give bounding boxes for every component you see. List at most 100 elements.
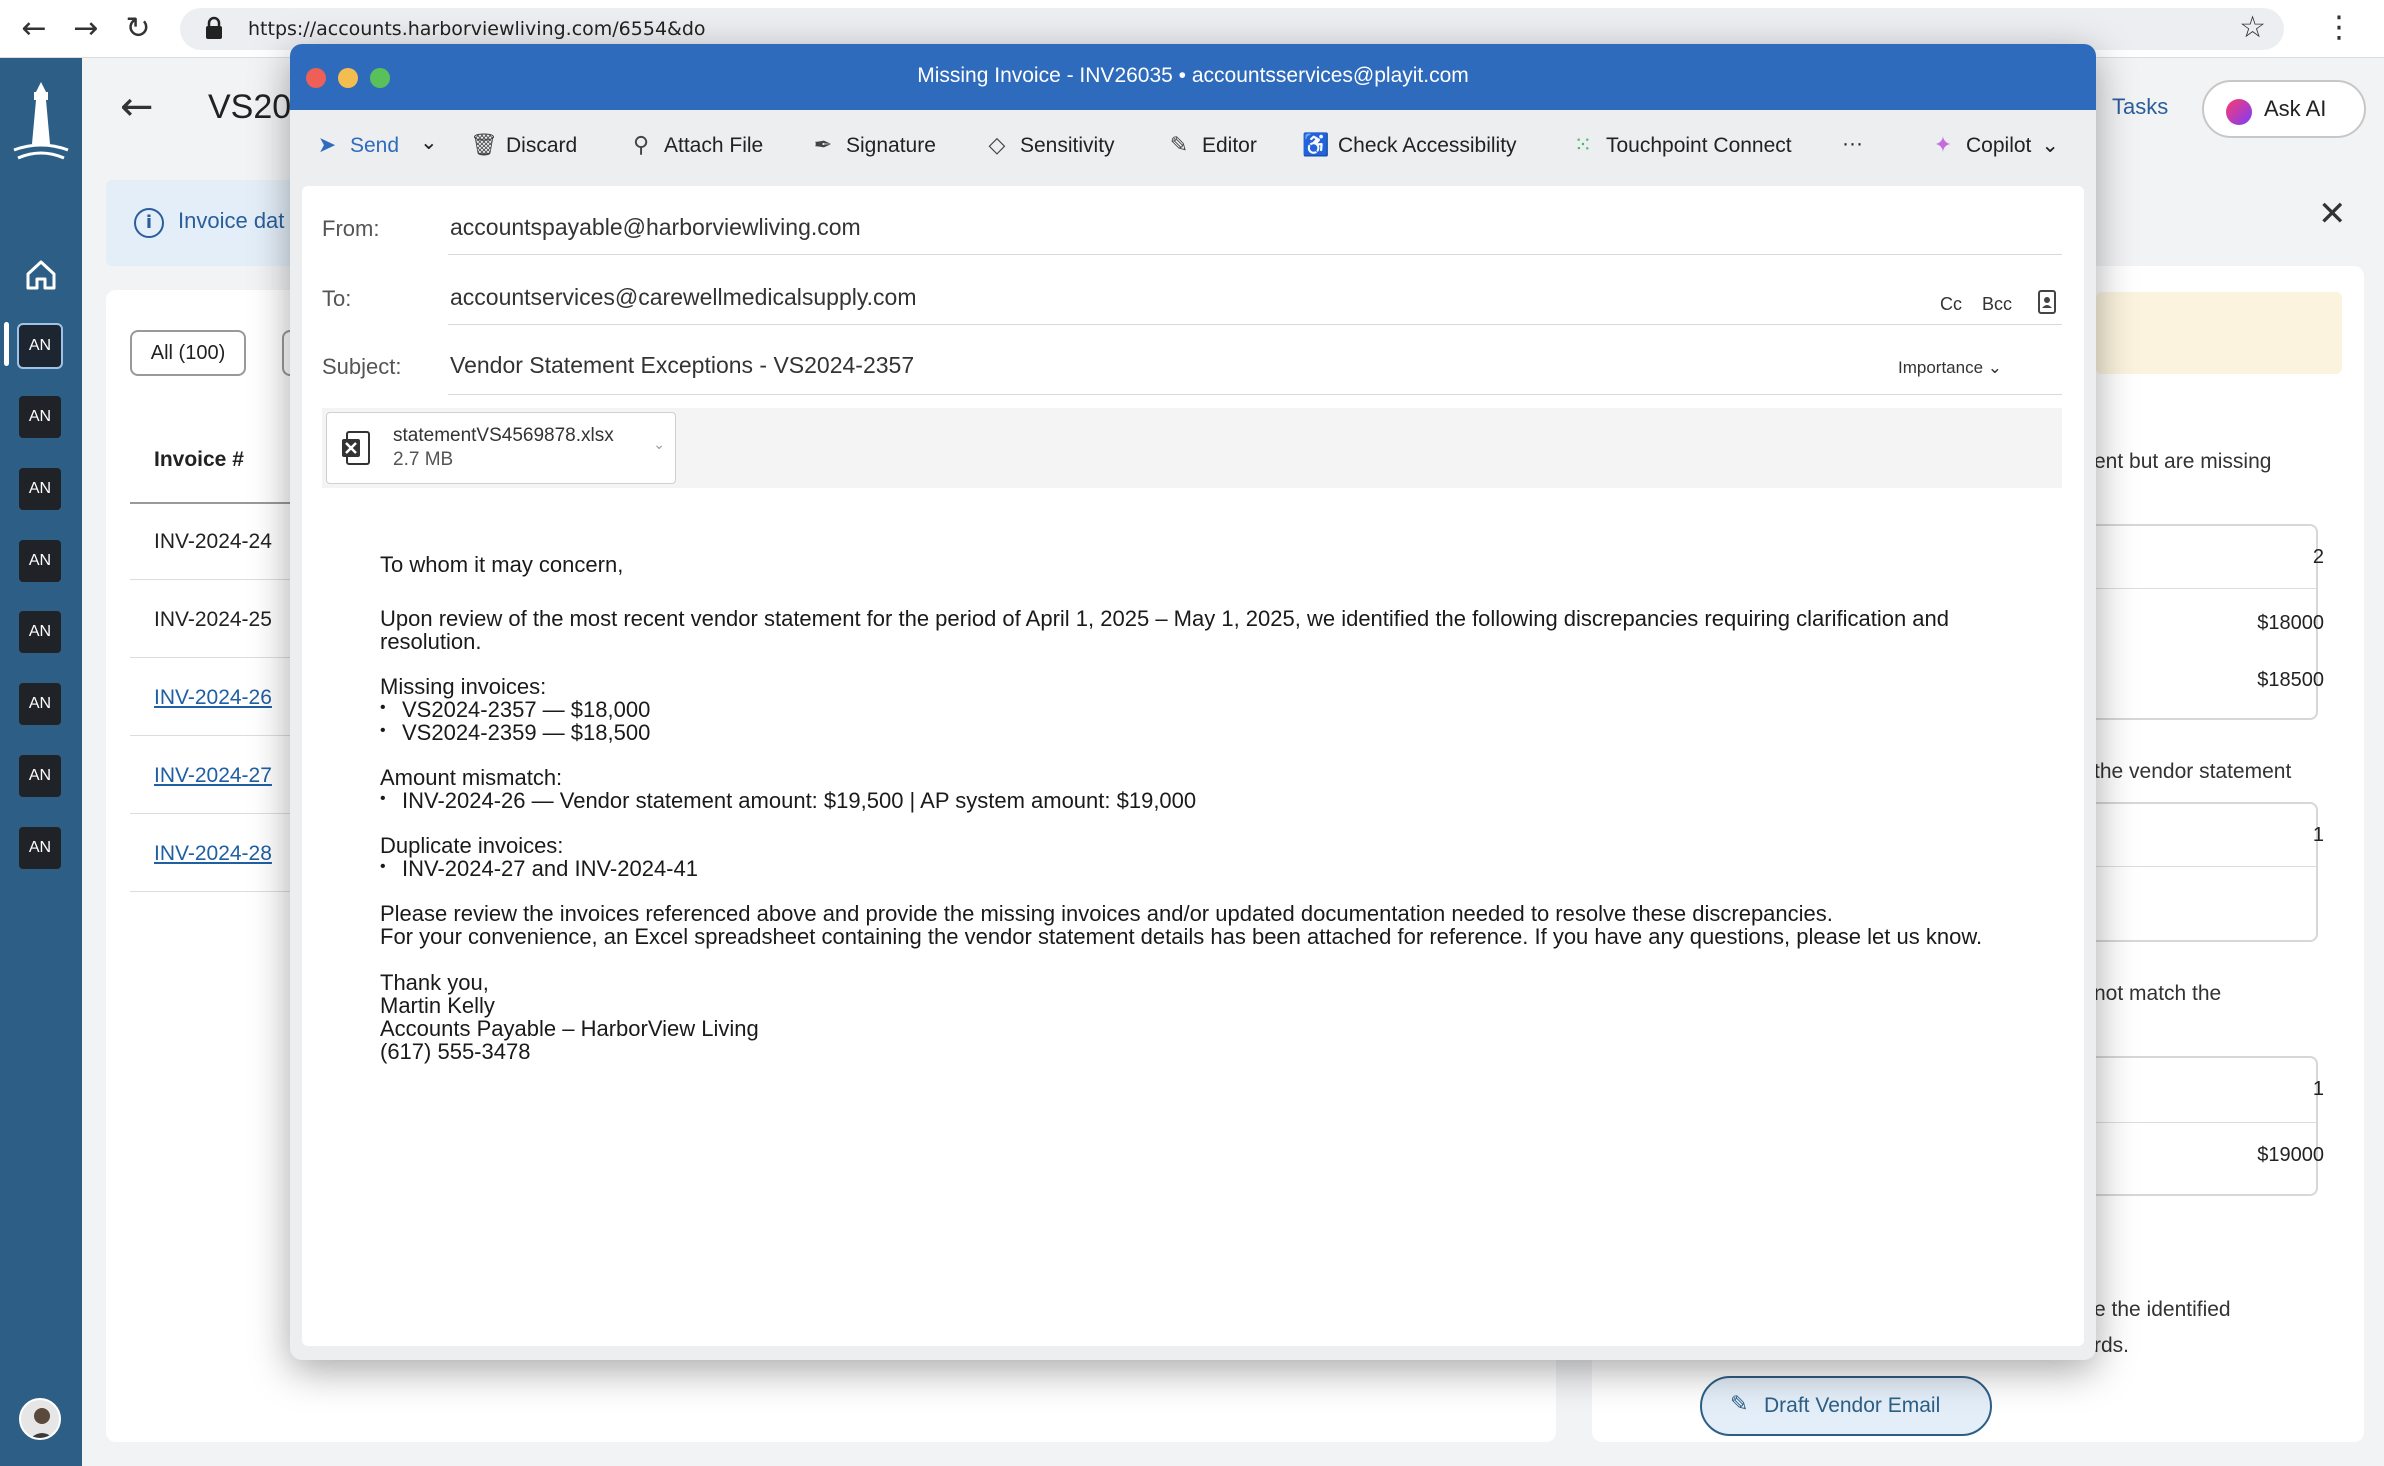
row-divider bbox=[130, 735, 290, 736]
forward-arrow-icon[interactable]: → bbox=[68, 12, 104, 46]
importance-chevron-icon: ⌄ bbox=[1987, 358, 2003, 377]
excel-file-icon bbox=[342, 431, 370, 465]
compose-title: Missing Invoice - INV26035 • accountsser… bbox=[917, 64, 1469, 87]
send-button[interactable]: ➤ Send bbox=[314, 132, 399, 164]
greeting[interactable]: To whom it may concern, bbox=[380, 552, 623, 578]
duplicate-count: 1 bbox=[2312, 1078, 2324, 1100]
draft-vendor-email-button[interactable]: ✎ Draft Vendor Email bbox=[1700, 1376, 1992, 1436]
browser-menu-icon[interactable]: ⋮ bbox=[2324, 10, 2354, 45]
invoice-row-link[interactable]: INV-2024-27 bbox=[154, 764, 272, 788]
bookmark-star-icon[interactable]: ☆ bbox=[2239, 10, 2266, 45]
subject-label: Subject: bbox=[322, 354, 402, 379]
discard-button[interactable]: 🗑 Discard bbox=[470, 132, 577, 164]
copilot-chevron-icon: ⌄ bbox=[2041, 134, 2059, 157]
check-accessibility-button[interactable]: ♿ Check Accessibility bbox=[1302, 132, 1517, 164]
page-back-arrow-icon[interactable]: ← bbox=[120, 84, 154, 130]
box-divider bbox=[2062, 588, 2316, 589]
field-divider bbox=[448, 254, 2062, 255]
invoice-row-link[interactable]: INV-2024-24 bbox=[154, 530, 272, 554]
sidebar-item-an-5[interactable]: AN bbox=[19, 611, 61, 653]
field-divider bbox=[448, 394, 2062, 395]
send-icon: ➤ bbox=[317, 132, 337, 157]
back-arrow-icon[interactable]: ← bbox=[16, 12, 52, 46]
reload-icon[interactable]: ↻ bbox=[120, 12, 156, 46]
ai-orb-icon bbox=[2226, 99, 2252, 125]
from-field[interactable]: accountspayable@harborviewliving.com bbox=[450, 214, 861, 241]
mismatch-count: 1 bbox=[2312, 824, 2324, 846]
compose-toolbar: ➤ Send ⌄ 🗑 Discard ⚲ Attach File ✒ Signature… bbox=[290, 110, 2096, 184]
ask-ai-label: Ask AI bbox=[2264, 96, 2327, 121]
invoice-row-link[interactable]: INV-2024-28 bbox=[154, 842, 272, 866]
signature-pen-icon: ✒ bbox=[813, 132, 833, 157]
address-book-icon[interactable] bbox=[2038, 290, 2056, 314]
intro-line-1[interactable]: Upon review of the most recent vendor st… bbox=[380, 606, 1949, 632]
invoice-row-link[interactable]: INV-2024-26 bbox=[154, 686, 272, 710]
sensitivity-tag-icon: ◇ bbox=[988, 132, 1006, 157]
editor-button[interactable]: ✎ Editor bbox=[1166, 132, 1257, 164]
row-divider bbox=[130, 657, 290, 658]
sensitivity-label: Sensitivity bbox=[1020, 134, 1115, 157]
attachment-file[interactable]: statementVS4569878.xlsx 2.7 MB ⌄ bbox=[326, 412, 676, 484]
sidebar-item-an-1[interactable]: AN bbox=[17, 323, 63, 369]
box-divider bbox=[2062, 866, 2316, 867]
from-label: From: bbox=[322, 216, 380, 241]
send-options-chevron-icon[interactable]: ⌄ bbox=[420, 130, 438, 162]
importance-dropdown[interactable]: Importance ⌄ bbox=[1898, 358, 2002, 378]
summary-text-1: e the identified bbox=[2094, 1298, 2231, 1321]
compose-body: From: accountspayable@harborviewliving.c… bbox=[302, 186, 2084, 1346]
active-indicator bbox=[4, 322, 9, 366]
tasks-link[interactable]: Tasks bbox=[2112, 94, 2168, 120]
field-divider bbox=[448, 324, 2062, 325]
info-icon: i bbox=[134, 208, 164, 238]
compose-titlebar[interactable]: Missing Invoice - INV26035 • accountsser… bbox=[290, 44, 2096, 110]
signature-phone[interactable]: (617) 555-3478 bbox=[380, 1039, 530, 1065]
sidebar-item-an-6[interactable]: AN bbox=[19, 683, 61, 725]
summary-text-2: rds. bbox=[2094, 1334, 2130, 1357]
sidebar-item-an-3[interactable]: AN bbox=[19, 468, 61, 510]
signature-button[interactable]: ✒ Signature bbox=[810, 132, 936, 164]
touchpoint-connect-button[interactable]: ⁙ Touchpoint Connect bbox=[1570, 132, 1792, 164]
close-panel-icon[interactable]: ✕ bbox=[2318, 194, 2347, 234]
missing-description: ent but are missing bbox=[2094, 450, 2272, 473]
closing-line-2[interactable]: For your convenience, an Excel spreadshe… bbox=[380, 924, 1982, 950]
ask-ai-button[interactable]: Ask AI bbox=[2202, 80, 2366, 138]
filter-all-button[interactable]: All (100) bbox=[130, 330, 246, 376]
signature-label: Signature bbox=[846, 134, 936, 157]
info-banner: i Invoice dat bbox=[106, 180, 306, 266]
missing-item[interactable]: VS2024-2359 — $18,500 bbox=[380, 720, 650, 746]
sidebar-item-an-8[interactable]: AN bbox=[19, 827, 61, 869]
attachment-name: statementVS4569878.xlsx bbox=[393, 425, 614, 446]
column-header-invoice[interactable]: Invoice # bbox=[154, 448, 244, 472]
duplicate-amount: $19000 bbox=[2257, 1144, 2324, 1166]
copilot-button[interactable]: ✦ Copilot ⌄ bbox=[1930, 132, 2059, 164]
importance-label: Importance bbox=[1898, 358, 1984, 377]
box-divider bbox=[2062, 1122, 2316, 1123]
duplicate-item[interactable]: INV-2024-27 and INV-2024-41 bbox=[380, 856, 698, 882]
pencil-icon: ✎ bbox=[1730, 1392, 1749, 1417]
home-icon[interactable] bbox=[22, 256, 60, 294]
intro-line-2[interactable]: resolution. bbox=[380, 629, 482, 655]
row-divider bbox=[130, 813, 290, 814]
sidebar-item-an-4[interactable]: AN bbox=[19, 540, 61, 582]
mismatch-item[interactable]: INV-2024-26 — Vendor statement amount: $… bbox=[380, 788, 1196, 814]
duplicate-description: not match the bbox=[2094, 982, 2222, 1005]
touchpoint-connect-label: Touchpoint Connect bbox=[1606, 134, 1792, 157]
user-avatar[interactable] bbox=[19, 1398, 61, 1440]
to-label: To: bbox=[322, 286, 352, 311]
touchpoint-grid-icon: ⁙ bbox=[1573, 132, 1593, 157]
notice-banner bbox=[2096, 292, 2342, 374]
mismatch-box bbox=[2060, 802, 2318, 942]
invoice-row-link[interactable]: INV-2024-25 bbox=[154, 608, 272, 632]
attach-file-button[interactable]: ⚲ Attach File bbox=[628, 132, 763, 164]
to-field[interactable]: accountservices@carewellmedicalsupply.co… bbox=[450, 284, 917, 311]
sidebar-item-an-2[interactable]: AN bbox=[19, 396, 61, 438]
sidebar-item-an-7[interactable]: AN bbox=[19, 755, 61, 797]
duplicate-box bbox=[2060, 1056, 2318, 1196]
more-options-button[interactable]: ··· bbox=[1842, 132, 1863, 164]
subject-field[interactable]: Vendor Statement Exceptions - VS2024-235… bbox=[450, 352, 914, 379]
missing-count: 2 bbox=[2312, 546, 2324, 568]
cc-button[interactable]: Cc bbox=[1940, 294, 1962, 315]
attachment-chevron-icon[interactable]: ⌄ bbox=[653, 437, 665, 453]
sensitivity-button[interactable]: ◇ Sensitivity bbox=[984, 132, 1115, 164]
bcc-button[interactable]: Bcc bbox=[1982, 294, 2012, 315]
